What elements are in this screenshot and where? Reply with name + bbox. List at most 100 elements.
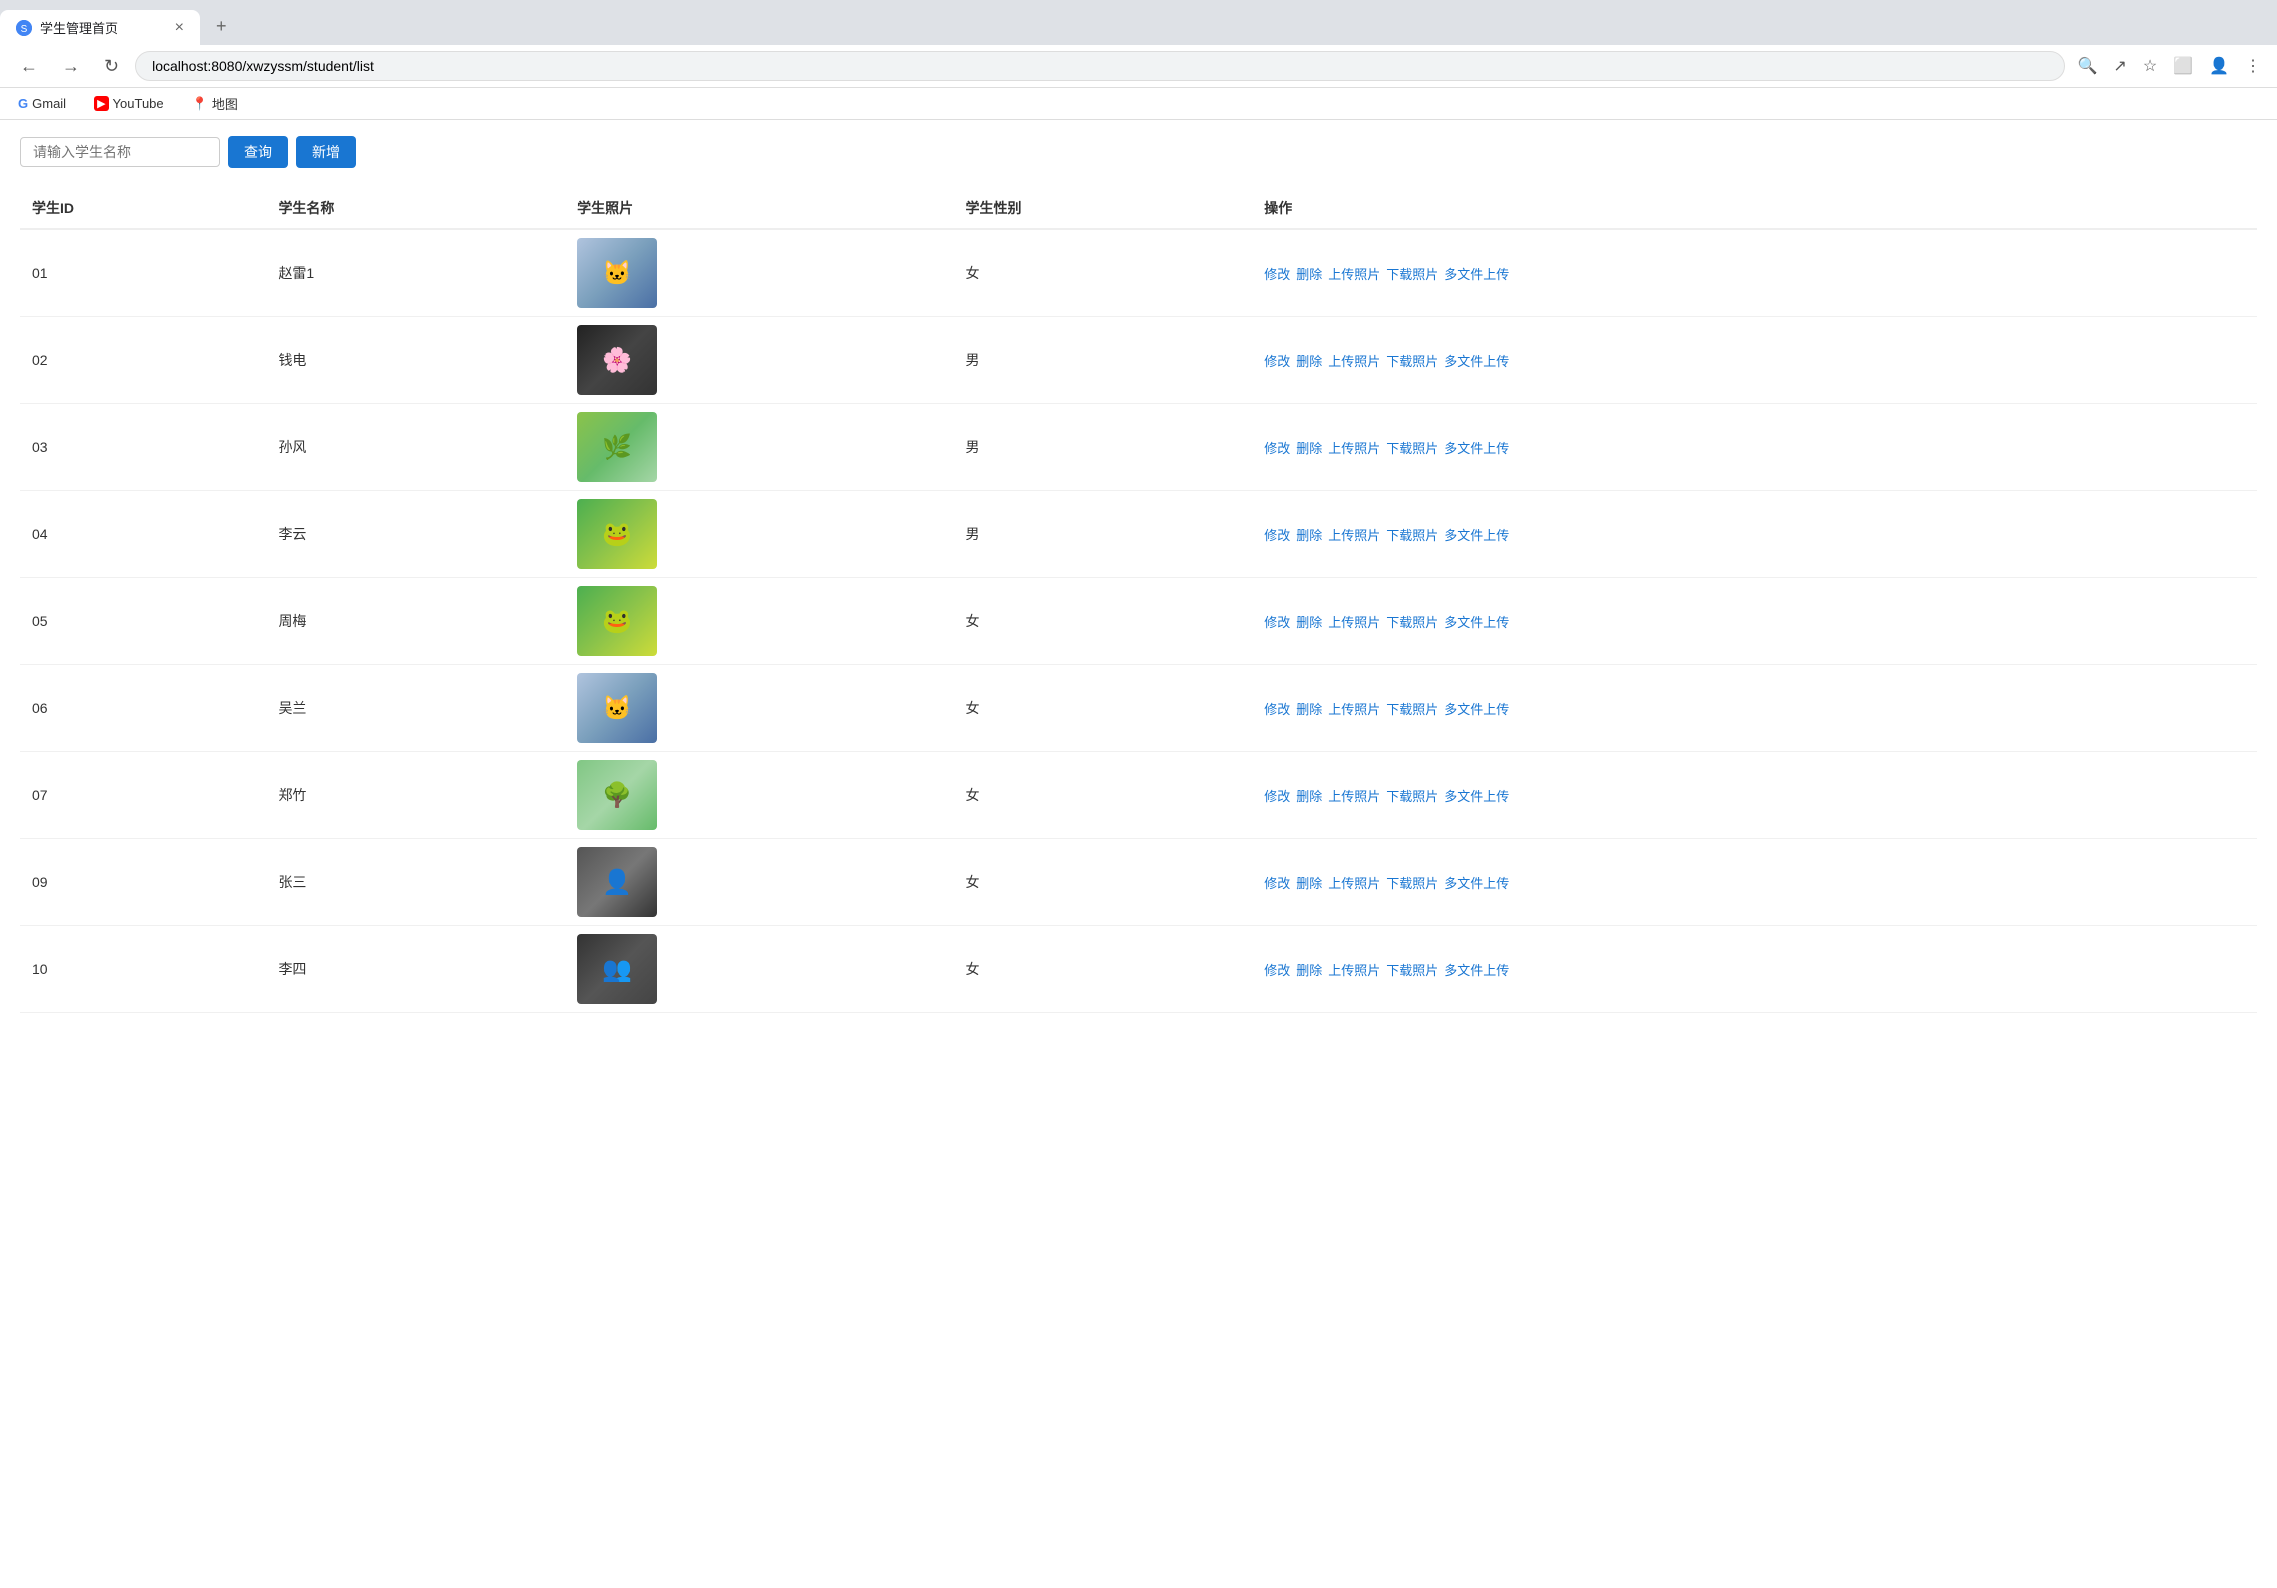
action-links: 修改 删除 上传照片 下载照片 多文件上传 — [1264, 351, 2245, 370]
action-links: 修改 删除 上传照片 下载照片 多文件上传 — [1264, 525, 2245, 544]
edit-link[interactable]: 修改 — [1264, 612, 1290, 631]
student-actions: 修改 删除 上传照片 下载照片 多文件上传 — [1252, 752, 2257, 839]
student-photo: 👤 — [577, 847, 657, 917]
delete-link[interactable]: 删除 — [1296, 960, 1322, 979]
delete-link[interactable]: 删除 — [1296, 351, 1322, 370]
bookmark-gmail[interactable]: G Gmail — [12, 92, 72, 115]
student-table: 学生ID 学生名称 学生照片 学生性别 操作 01 赵雷1 🐱 女 修改 删除 … — [20, 188, 2257, 1013]
student-photo: 🌸 — [577, 325, 657, 395]
edit-link[interactable]: 修改 — [1264, 873, 1290, 892]
delete-link[interactable]: 删除 — [1296, 786, 1322, 805]
back-button[interactable]: ← — [12, 52, 46, 81]
download-photo-link[interactable]: 下载照片 — [1386, 264, 1438, 283]
table-header-row: 学生ID 学生名称 学生照片 学生性别 操作 — [20, 188, 2257, 229]
edit-link[interactable]: 修改 — [1264, 438, 1290, 457]
multi-upload-link[interactable]: 多文件上传 — [1444, 264, 1509, 283]
reload-button[interactable]: ↻ — [96, 52, 127, 81]
student-gender: 女 — [953, 752, 1252, 839]
student-photo: 🌳 — [577, 760, 657, 830]
menu-icon[interactable]: ⋮ — [2241, 52, 2265, 80]
student-name: 张三 — [266, 839, 565, 926]
tab-close-button[interactable]: × — [175, 19, 184, 37]
multi-upload-link[interactable]: 多文件上传 — [1444, 786, 1509, 805]
col-header-actions: 操作 — [1252, 188, 2257, 229]
multi-upload-link[interactable]: 多文件上传 — [1444, 438, 1509, 457]
upload-photo-link[interactable]: 上传照片 — [1328, 351, 1380, 370]
multi-upload-link[interactable]: 多文件上传 — [1444, 960, 1509, 979]
multi-upload-link[interactable]: 多文件上传 — [1444, 699, 1509, 718]
delete-link[interactable]: 删除 — [1296, 264, 1322, 283]
table-row: 01 赵雷1 🐱 女 修改 删除 上传照片 下载照片 多文件上传 — [20, 229, 2257, 317]
new-tab-button[interactable]: + — [200, 8, 243, 45]
edit-link[interactable]: 修改 — [1264, 264, 1290, 283]
student-photo-cell: 👥 — [565, 926, 953, 1013]
download-photo-link[interactable]: 下载照片 — [1386, 438, 1438, 457]
student-gender: 男 — [953, 317, 1252, 404]
upload-photo-link[interactable]: 上传照片 — [1328, 525, 1380, 544]
download-photo-link[interactable]: 下载照片 — [1386, 699, 1438, 718]
delete-link[interactable]: 删除 — [1296, 699, 1322, 718]
delete-link[interactable]: 删除 — [1296, 525, 1322, 544]
upload-photo-link[interactable]: 上传照片 — [1328, 873, 1380, 892]
student-photo-cell: 🌿 — [565, 404, 953, 491]
delete-link[interactable]: 删除 — [1296, 438, 1322, 457]
bookmark-youtube-label: YouTube — [113, 96, 164, 111]
download-photo-link[interactable]: 下载照片 — [1386, 525, 1438, 544]
download-photo-link[interactable]: 下载照片 — [1386, 960, 1438, 979]
query-button[interactable]: 查询 — [228, 136, 288, 168]
table-row: 03 孙风 🌿 男 修改 删除 上传照片 下载照片 多文件上传 — [20, 404, 2257, 491]
address-bar[interactable] — [135, 51, 2065, 81]
student-photo-cell: 🐱 — [565, 665, 953, 752]
multi-upload-link[interactable]: 多文件上传 — [1444, 873, 1509, 892]
upload-photo-link[interactable]: 上传照片 — [1328, 960, 1380, 979]
student-gender: 女 — [953, 665, 1252, 752]
forward-button[interactable]: → — [54, 52, 88, 81]
upload-photo-link[interactable]: 上传照片 — [1328, 612, 1380, 631]
student-photo-cell: 🐸 — [565, 578, 953, 665]
tab-favicon: S — [16, 20, 32, 36]
edit-link[interactable]: 修改 — [1264, 786, 1290, 805]
svg-text:S: S — [21, 24, 28, 35]
download-photo-link[interactable]: 下载照片 — [1386, 612, 1438, 631]
student-actions: 修改 删除 上传照片 下载照片 多文件上传 — [1252, 491, 2257, 578]
add-button[interactable]: 新增 — [296, 136, 356, 168]
student-photo: 👥 — [577, 934, 657, 1004]
action-links: 修改 删除 上传照片 下载照片 多文件上传 — [1264, 264, 2245, 283]
profile-icon[interactable]: 👤 — [2205, 52, 2233, 80]
share-icon[interactable]: ↗ — [2109, 52, 2130, 80]
student-id: 03 — [20, 404, 266, 491]
upload-photo-link[interactable]: 上传照片 — [1328, 786, 1380, 805]
table-row: 05 周梅 🐸 女 修改 删除 上传照片 下载照片 多文件上传 — [20, 578, 2257, 665]
edit-link[interactable]: 修改 — [1264, 525, 1290, 544]
student-name: 李四 — [266, 926, 565, 1013]
bookmark-maps[interactable]: 📍 地图 — [186, 92, 244, 115]
delete-link[interactable]: 删除 — [1296, 612, 1322, 631]
download-photo-link[interactable]: 下载照片 — [1386, 873, 1438, 892]
multi-upload-link[interactable]: 多文件上传 — [1444, 525, 1509, 544]
table-row: 02 钱电 🌸 男 修改 删除 上传照片 下载照片 多文件上传 — [20, 317, 2257, 404]
student-photo-cell: 👤 — [565, 839, 953, 926]
zoom-icon[interactable]: 🔍 — [2073, 52, 2101, 80]
bookmark-icon[interactable]: ☆ — [2139, 52, 2161, 80]
browser-tab[interactable]: S 学生管理首页 × — [0, 10, 200, 45]
edit-link[interactable]: 修改 — [1264, 351, 1290, 370]
multi-upload-link[interactable]: 多文件上传 — [1444, 351, 1509, 370]
edit-link[interactable]: 修改 — [1264, 960, 1290, 979]
gmail-icon: G — [18, 96, 28, 111]
delete-link[interactable]: 删除 — [1296, 873, 1322, 892]
student-actions: 修改 删除 上传照片 下载照片 多文件上传 — [1252, 926, 2257, 1013]
download-photo-link[interactable]: 下载照片 — [1386, 351, 1438, 370]
edit-link[interactable]: 修改 — [1264, 699, 1290, 718]
upload-photo-link[interactable]: 上传照片 — [1328, 438, 1380, 457]
upload-photo-link[interactable]: 上传照片 — [1328, 264, 1380, 283]
student-actions: 修改 删除 上传照片 下载照片 多文件上传 — [1252, 665, 2257, 752]
multi-upload-link[interactable]: 多文件上传 — [1444, 612, 1509, 631]
extensions-icon[interactable]: ⬜ — [2169, 52, 2197, 80]
download-photo-link[interactable]: 下载照片 — [1386, 786, 1438, 805]
upload-photo-link[interactable]: 上传照片 — [1328, 699, 1380, 718]
action-links: 修改 删除 上传照片 下载照片 多文件上传 — [1264, 960, 2245, 979]
search-input[interactable] — [20, 137, 220, 167]
action-links: 修改 删除 上传照片 下载照片 多文件上传 — [1264, 786, 2245, 805]
action-links: 修改 删除 上传照片 下载照片 多文件上传 — [1264, 612, 2245, 631]
bookmark-youtube[interactable]: ▶ YouTube — [88, 92, 170, 115]
